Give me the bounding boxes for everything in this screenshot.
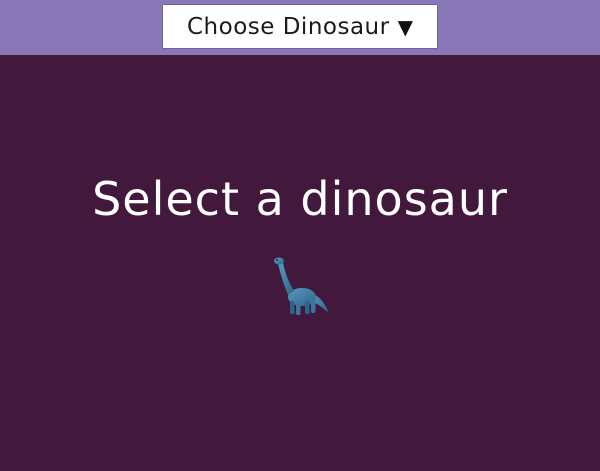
sauropod-icon [274, 257, 329, 315]
choose-dinosaur-dropdown[interactable]: Choose Dinosaur ▼ [162, 4, 438, 49]
page-heading: Select a dinosaur [92, 172, 508, 226]
header-bar: Choose Dinosaur ▼ [0, 0, 600, 55]
app-page: Choose Dinosaur ▼ Select a dinosaur [0, 0, 600, 471]
dropdown-label: Choose Dinosaur [187, 13, 390, 40]
caret-down-icon: ▼ [397, 14, 413, 39]
